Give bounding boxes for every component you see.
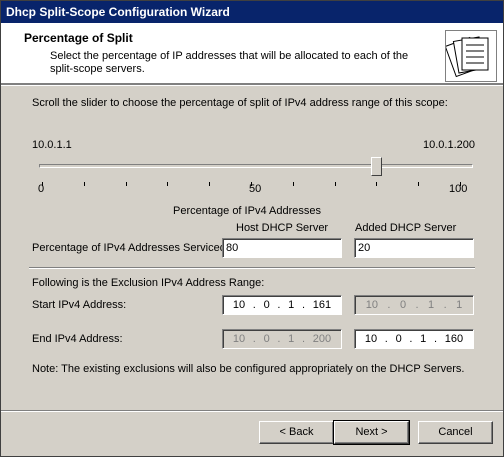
ip-octet: 160 bbox=[444, 333, 464, 345]
slider-tick bbox=[292, 182, 294, 186]
slider-track[interactable] bbox=[39, 164, 473, 168]
end-ip-label: End IPv4 Address: bbox=[32, 333, 123, 345]
added-percentage-input[interactable]: 20 bbox=[354, 238, 474, 258]
back-button[interactable]: < Back bbox=[259, 421, 334, 444]
ip-octet: 1 bbox=[428, 299, 435, 311]
cancel-button[interactable]: Cancel bbox=[418, 421, 493, 444]
slider-tick bbox=[83, 182, 85, 186]
range-start-label: 10.0.1.1 bbox=[32, 139, 72, 151]
footer-separator bbox=[1, 410, 503, 412]
exclusion-heading: Following is the Exclusion IPv4 Address … bbox=[32, 277, 265, 289]
ip-octet: 161 bbox=[312, 299, 332, 311]
ip-octet: 1 bbox=[288, 299, 295, 311]
slider-thumb[interactable] bbox=[371, 157, 383, 176]
ip-octet: 10 bbox=[232, 299, 246, 311]
ip-octet: 10 bbox=[232, 333, 246, 345]
ip-octet: 0 bbox=[399, 299, 407, 311]
ip-octet: 10 bbox=[364, 333, 378, 345]
section-separator bbox=[29, 267, 475, 269]
added-server-header: Added DHCP Server bbox=[355, 222, 457, 234]
host-start-ip-field[interactable]: 10. 0. 1. 161 bbox=[222, 295, 342, 315]
ip-octet: 1 bbox=[288, 333, 295, 345]
ip-octet: 10 bbox=[365, 299, 378, 311]
header-separator bbox=[1, 84, 503, 86]
window-title: Dhcp Split-Scope Configuration Wizard bbox=[6, 5, 230, 19]
title-bar: Dhcp Split-Scope Configuration Wizard bbox=[1, 1, 503, 23]
slider-tick bbox=[167, 182, 169, 186]
folders-icon bbox=[444, 30, 497, 82]
added-end-ip-field[interactable]: 10. 0. 1. 160 bbox=[354, 329, 474, 349]
slider-max-label: 100 bbox=[449, 183, 468, 195]
page-title: Percentage of Split bbox=[24, 31, 133, 45]
slider-tick bbox=[125, 182, 127, 186]
next-button[interactable]: Next > bbox=[333, 420, 410, 445]
page-description: Select the percentage of IP addresses th… bbox=[50, 50, 409, 75]
ip-octet: 200 bbox=[312, 333, 332, 345]
ip-octet: 0 bbox=[263, 299, 270, 311]
start-ip-label: Start IPv4 Address: bbox=[32, 299, 127, 311]
ip-octet: 0 bbox=[395, 333, 402, 345]
slider-tick bbox=[376, 182, 378, 186]
ip-octet: 0 bbox=[263, 333, 270, 345]
added-start-ip-field: 10. 0. 1. 1 bbox=[354, 295, 474, 315]
wizard-window: Dhcp Split-Scope Configuration Wizard Pe… bbox=[0, 0, 504, 457]
slider-caption: Percentage of IPv4 Addresses bbox=[173, 205, 321, 217]
slider-min-label: 0 bbox=[38, 183, 45, 195]
host-end-ip-field: 10. 0. 1. 200 bbox=[222, 329, 342, 349]
wizard-header: Percentage of Split Select the percentag… bbox=[1, 23, 503, 84]
instruction-text: Scroll the slider to choose the percenta… bbox=[32, 97, 448, 109]
range-end-label: 10.0.1.200 bbox=[423, 139, 475, 151]
host-server-header: Host DHCP Server bbox=[236, 222, 329, 234]
exclusions-note: Note: The existing exclusions will also … bbox=[32, 363, 465, 375]
host-percentage-input[interactable]: 80 bbox=[222, 238, 342, 258]
slider-tick bbox=[209, 182, 211, 186]
ip-octet: 1 bbox=[456, 299, 463, 311]
slider-mid-label: 50 bbox=[249, 183, 262, 195]
ip-octet: 1 bbox=[420, 333, 427, 345]
slider-tick bbox=[334, 182, 336, 186]
percentage-label: Percentage of IPv4 Addresses Serviced: bbox=[32, 242, 229, 254]
slider-tick bbox=[418, 182, 420, 186]
